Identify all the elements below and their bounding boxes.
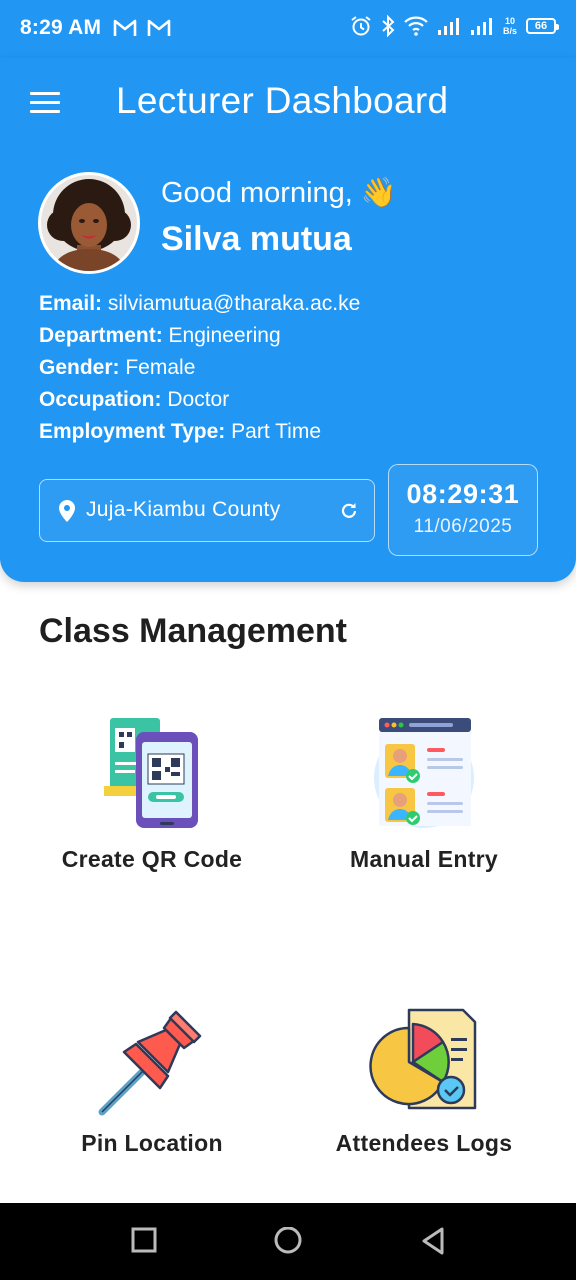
info-occupation: Occupation: Doctor xyxy=(39,388,230,411)
pushpin-icon xyxy=(98,1010,202,1116)
profile-header: Lecturer Dashboard Good morning, 👋 Silva… xyxy=(0,58,576,582)
status-time: 8:29 AM xyxy=(20,16,102,39)
profile-info-list: Email: silviamutua@tharaka.ac.ke Departm… xyxy=(39,288,360,448)
network-speed: 10 B/s xyxy=(502,16,517,36)
notification-icons xyxy=(113,18,171,38)
tile-label: Attendees Logs xyxy=(335,1130,513,1156)
manual-entry-tile[interactable]: Manual Entry xyxy=(299,700,549,920)
info-employment-type: Employment Type: Part Time xyxy=(39,420,322,443)
menu-icon[interactable] xyxy=(30,92,60,114)
recents-icon[interactable] xyxy=(131,1227,157,1253)
location-pin-icon xyxy=(59,500,75,522)
user-name: Silva mutua xyxy=(161,220,352,258)
tile-label: Pin Location xyxy=(81,1130,223,1156)
clock-display: 08:29:31 11/06/2025 xyxy=(388,464,538,556)
battery-indicator: 66 xyxy=(526,18,559,34)
info-gender: Gender: Female xyxy=(39,356,196,379)
clock-date: 11/06/2025 xyxy=(413,516,513,537)
greeting-text: Good morning, 👋 xyxy=(161,177,397,209)
info-email: Email: silviamutua@tharaka.ac.ke xyxy=(39,292,361,315)
bluetooth-icon xyxy=(382,15,395,37)
clock-time: 08:29:31 xyxy=(406,479,520,509)
avatar xyxy=(38,172,140,274)
system-nav-bar xyxy=(0,1203,576,1280)
report-chart-icon xyxy=(369,1008,477,1110)
page-title: Lecturer Dashboard xyxy=(116,80,449,121)
manual-entry-icon xyxy=(374,718,474,828)
location-text: Juja-Kiambu County xyxy=(86,498,281,521)
signal-icon xyxy=(470,18,492,35)
back-icon[interactable] xyxy=(420,1227,446,1255)
signal-icon xyxy=(437,18,459,35)
pin-location-tile[interactable]: Pin Location xyxy=(27,990,277,1210)
status-bar: 8:29 AM 10 B/s 66 xyxy=(0,0,576,58)
system-status-icons: 10 B/s 66 xyxy=(350,15,559,37)
tile-label: Manual Entry xyxy=(349,846,498,872)
qr-code-phone-icon xyxy=(104,718,198,828)
info-department: Department: Engineering xyxy=(39,324,281,347)
gmail-icon xyxy=(147,19,171,36)
create-qr-code-tile[interactable]: Create QR Code xyxy=(27,700,277,920)
section-title: Class Management xyxy=(39,612,347,650)
gmail-icon xyxy=(113,19,137,36)
home-icon[interactable] xyxy=(273,1227,303,1257)
wifi-icon xyxy=(404,16,428,36)
refresh-icon[interactable] xyxy=(340,501,358,519)
attendees-logs-tile[interactable]: Attendees Logs xyxy=(299,990,549,1210)
alarm-icon xyxy=(351,16,371,36)
tile-label: Create QR Code xyxy=(61,846,243,872)
lecturer-dashboard-screen: 8:29 AM 10 B/s 66 Lecturer Dashboard Goo… xyxy=(0,0,576,1280)
location-field[interactable]: Juja-Kiambu County xyxy=(39,479,375,542)
